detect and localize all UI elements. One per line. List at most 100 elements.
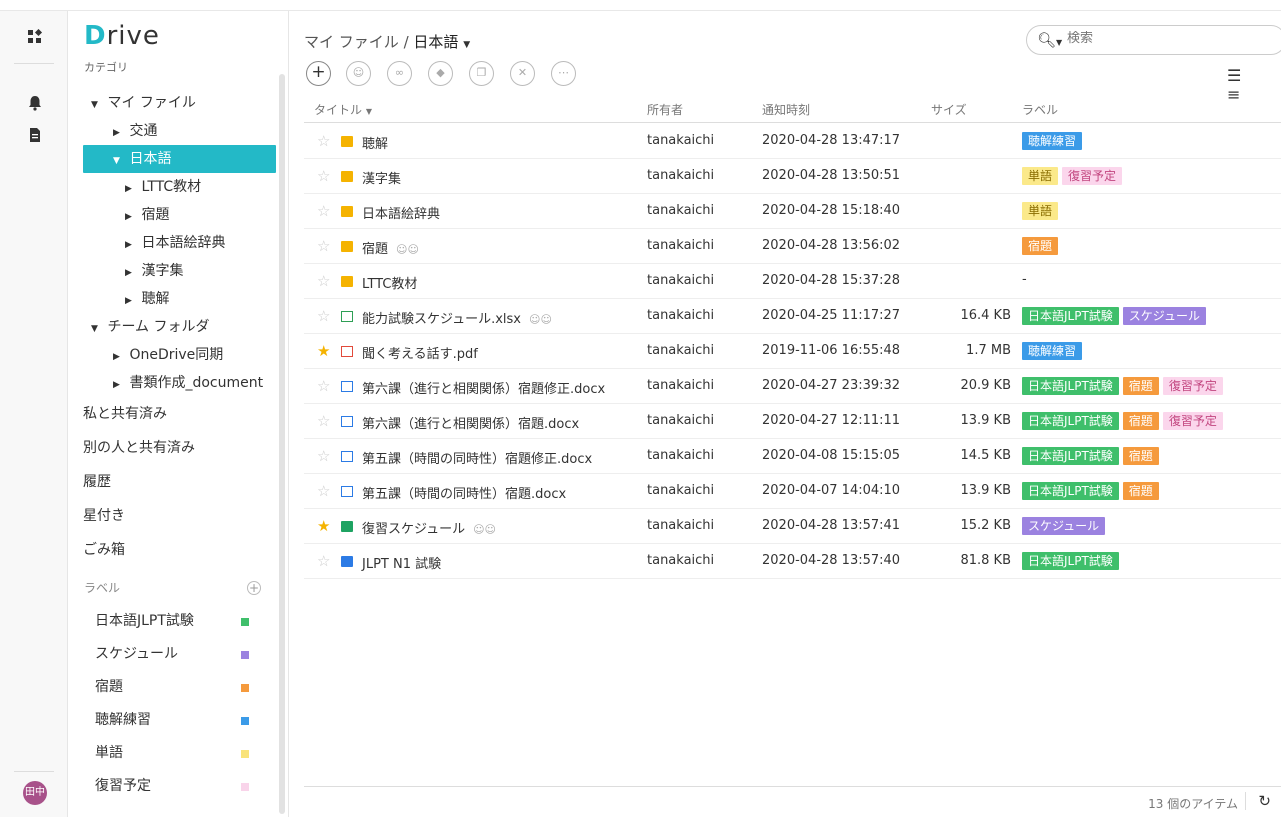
file-label-tag[interactable]: 宿題 [1122,447,1159,465]
file-label-tag[interactable]: 日本語JLPT試験 [1022,482,1119,500]
col-time[interactable]: 通知時刻 [762,101,810,118]
delete-icon[interactable]: ✕ [510,61,535,86]
table-row[interactable]: ☆ 宿題 ☺☺ tanakaichi 2020-04-28 13:56:02 宿題 [304,229,1281,264]
apps-grid-icon[interactable] [27,29,43,45]
nav-onedrive[interactable]: ▶ OneDrive同期 [83,341,276,369]
star-icon[interactable]: ☆ [317,167,330,185]
add-button[interactable]: + [306,61,331,86]
table-row[interactable]: ☆ 日本語絵辞典 tanakaichi 2020-04-28 15:18:40 単語 [304,194,1281,229]
nav-history[interactable]: 履歴 [83,465,276,499]
star-icon[interactable]: ☆ [317,377,330,395]
user-avatar[interactable]: 田中 [23,781,47,805]
star-icon[interactable]: ☆ [317,307,330,325]
col-label[interactable]: ラベル [1022,101,1058,118]
sidebar-label-jlpt[interactable]: 日本語JLPT試験 [83,605,276,638]
file-label-tag[interactable]: 聴解練習 [1022,132,1083,150]
table-row[interactable]: ☆ 第六課（進行と相関関係）宿題修正.docx tanakaichi 2020-04-… [304,369,1281,404]
table-row[interactable]: ★ 復習スケジュール ☺☺ tanakaichi 2020-04-28 13:57:41… [304,509,1281,544]
caret-down-icon[interactable]: ▼ [463,40,470,50]
table-row[interactable]: ☆ 能力試験スケジュール.xlsx ☺☺ tanakaichi 2020-04-25 1… [304,299,1281,334]
file-label-tag[interactable]: スケジュール [1122,307,1206,325]
file-label-tag[interactable]: 宿題 [1122,377,1159,395]
file-title[interactable]: 日本語絵辞典 [362,203,440,222]
star-icon[interactable]: ★ [317,517,330,535]
bell-icon[interactable] [27,95,43,111]
file-label-tag[interactable]: 日本語JLPT試験 [1022,447,1119,465]
breadcrumb-root[interactable]: マイ ファイル [304,33,399,51]
copy-icon[interactable]: ❐ [469,61,494,86]
nav-trash[interactable]: ごみ箱 [83,533,276,567]
file-label-tag[interactable]: 日本語JLPT試験 [1022,552,1119,570]
file-label-tag[interactable]: 復習予定 [1162,412,1223,430]
file-label-tag[interactable]: 復習予定 [1162,377,1223,395]
star-icon[interactable]: ☆ [317,202,330,220]
star-icon[interactable]: ☆ [317,132,330,150]
star-icon[interactable]: ☆ [317,482,330,500]
sidebar-label-schedule[interactable]: スケジュール [83,638,276,671]
list-view-icon[interactable]: ☰ [1227,66,1241,85]
nav-lttc[interactable]: ▶ LTTC教材 [83,173,276,201]
share-user-icon[interactable]: ☺ [346,61,371,86]
file-label-tag[interactable]: 単語 [1022,202,1059,220]
file-title[interactable]: 漢字集 [362,168,401,187]
table-row[interactable]: ☆ LTTC教材 tanakaichi 2020-04-28 15:37:28 - [304,264,1281,299]
table-row[interactable]: ★ 聞く考える話す.pdf tanakaichi 2019-11-06 16:55:4… [304,334,1281,369]
col-owner[interactable]: 所有者 [647,101,683,118]
file-label-tag[interactable]: 宿題 [1122,482,1159,500]
file-title[interactable]: 宿題 ☺☺ [362,238,419,257]
file-title[interactable]: JLPT N1 試験 [362,553,441,572]
file-label-tag[interactable]: スケジュール [1022,517,1106,535]
refresh-icon[interactable]: ↻ [1245,792,1271,810]
table-row[interactable]: ☆ 第六課（進行と相関関係）宿題.docx tanakaichi 2020-04-27… [304,404,1281,439]
nav-choukai[interactable]: ▶ 聴解 [83,285,276,313]
search-input[interactable] [1067,31,1267,46]
nav-ejiten[interactable]: ▶ 日本語絵辞典 [83,229,276,257]
file-label-tag[interactable]: 日本語JLPT試験 [1022,307,1119,325]
star-icon[interactable]: ☆ [317,552,330,570]
file-label-tag[interactable]: 単語 [1022,167,1059,185]
sidebar-label-words[interactable]: 単語 [83,737,276,770]
star-icon[interactable]: ☆ [317,237,330,255]
table-row[interactable]: ☆ 漢字集 tanakaichi 2020-04-28 13:50:51 単語 復習予定 [304,159,1281,194]
file-title[interactable]: 能力試験スケジュール.xlsx ☺☺ [362,308,552,327]
table-row[interactable]: ☆ 第五課（時間の同時性）宿題修正.docx tanakaichi 2020-04-0… [304,439,1281,474]
add-label-icon[interactable]: + [247,581,261,595]
file-title[interactable]: LTTC教材 [362,273,417,292]
nav-shared-by-others[interactable]: 別の人と共有済み [83,431,276,465]
nav-starred[interactable]: 星付き [83,499,276,533]
nav-my-files[interactable]: ▼ マイ ファイル [83,89,276,117]
nav-nihongo[interactable]: ▼ 日本語 [83,145,276,173]
search-box[interactable]: 🔍︎▼ [1026,25,1281,55]
nav-team-folder[interactable]: ▼ チーム フォルダ [83,313,276,341]
file-label-tag[interactable]: 宿題 [1122,412,1159,430]
col-size[interactable]: サイズ [931,101,967,118]
star-icon[interactable]: ☆ [317,412,330,430]
sidebar-label-review[interactable]: 復習予定 [83,770,276,803]
file-title[interactable]: 第六課（進行と相関関係）宿題修正.docx [362,378,605,397]
document-icon[interactable] [27,127,43,143]
more-icon[interactable]: ⋯ [551,61,576,86]
file-label-tag[interactable]: 復習予定 [1062,167,1123,185]
file-title[interactable]: 復習スケジュール ☺☺ [362,518,496,537]
file-label-tag[interactable]: 日本語JLPT試験 [1022,377,1119,395]
file-label-tag[interactable]: 宿題 [1022,237,1059,255]
nav-kanji[interactable]: ▶ 漢字集 [83,257,276,285]
sidebar-scrollbar[interactable] [279,74,285,814]
file-title[interactable]: 聴解 [362,133,388,152]
breadcrumb-current[interactable]: 日本語 [413,33,458,51]
file-label-tag[interactable]: 日本語JLPT試験 [1022,412,1119,430]
file-title[interactable]: 第五課（時間の同時性）宿題修正.docx [362,448,592,467]
sidebar-label-homework[interactable]: 宿題 [83,671,276,704]
file-label-tag[interactable]: 聴解練習 [1022,342,1083,360]
nav-document[interactable]: ▶ 書類作成_document [83,369,276,397]
file-title[interactable]: 第五課（時間の同時性）宿題.docx [362,483,566,502]
col-title[interactable]: タイトル ▼ [314,101,372,118]
sidebar-label-listening[interactable]: 聴解練習 [83,704,276,737]
tag-icon[interactable]: ◆ [428,61,453,86]
nav-shared-with-me[interactable]: 私と共有済み [83,397,276,431]
star-icon[interactable]: ★ [317,342,330,360]
table-row[interactable]: ☆ 第五課（時間の同時性）宿題.docx tanakaichi 2020-04-07 … [304,474,1281,509]
search-icon[interactable]: 🔍︎▼ [1037,31,1062,49]
star-icon[interactable]: ☆ [317,272,330,290]
link-icon[interactable]: ∞ [387,61,412,86]
